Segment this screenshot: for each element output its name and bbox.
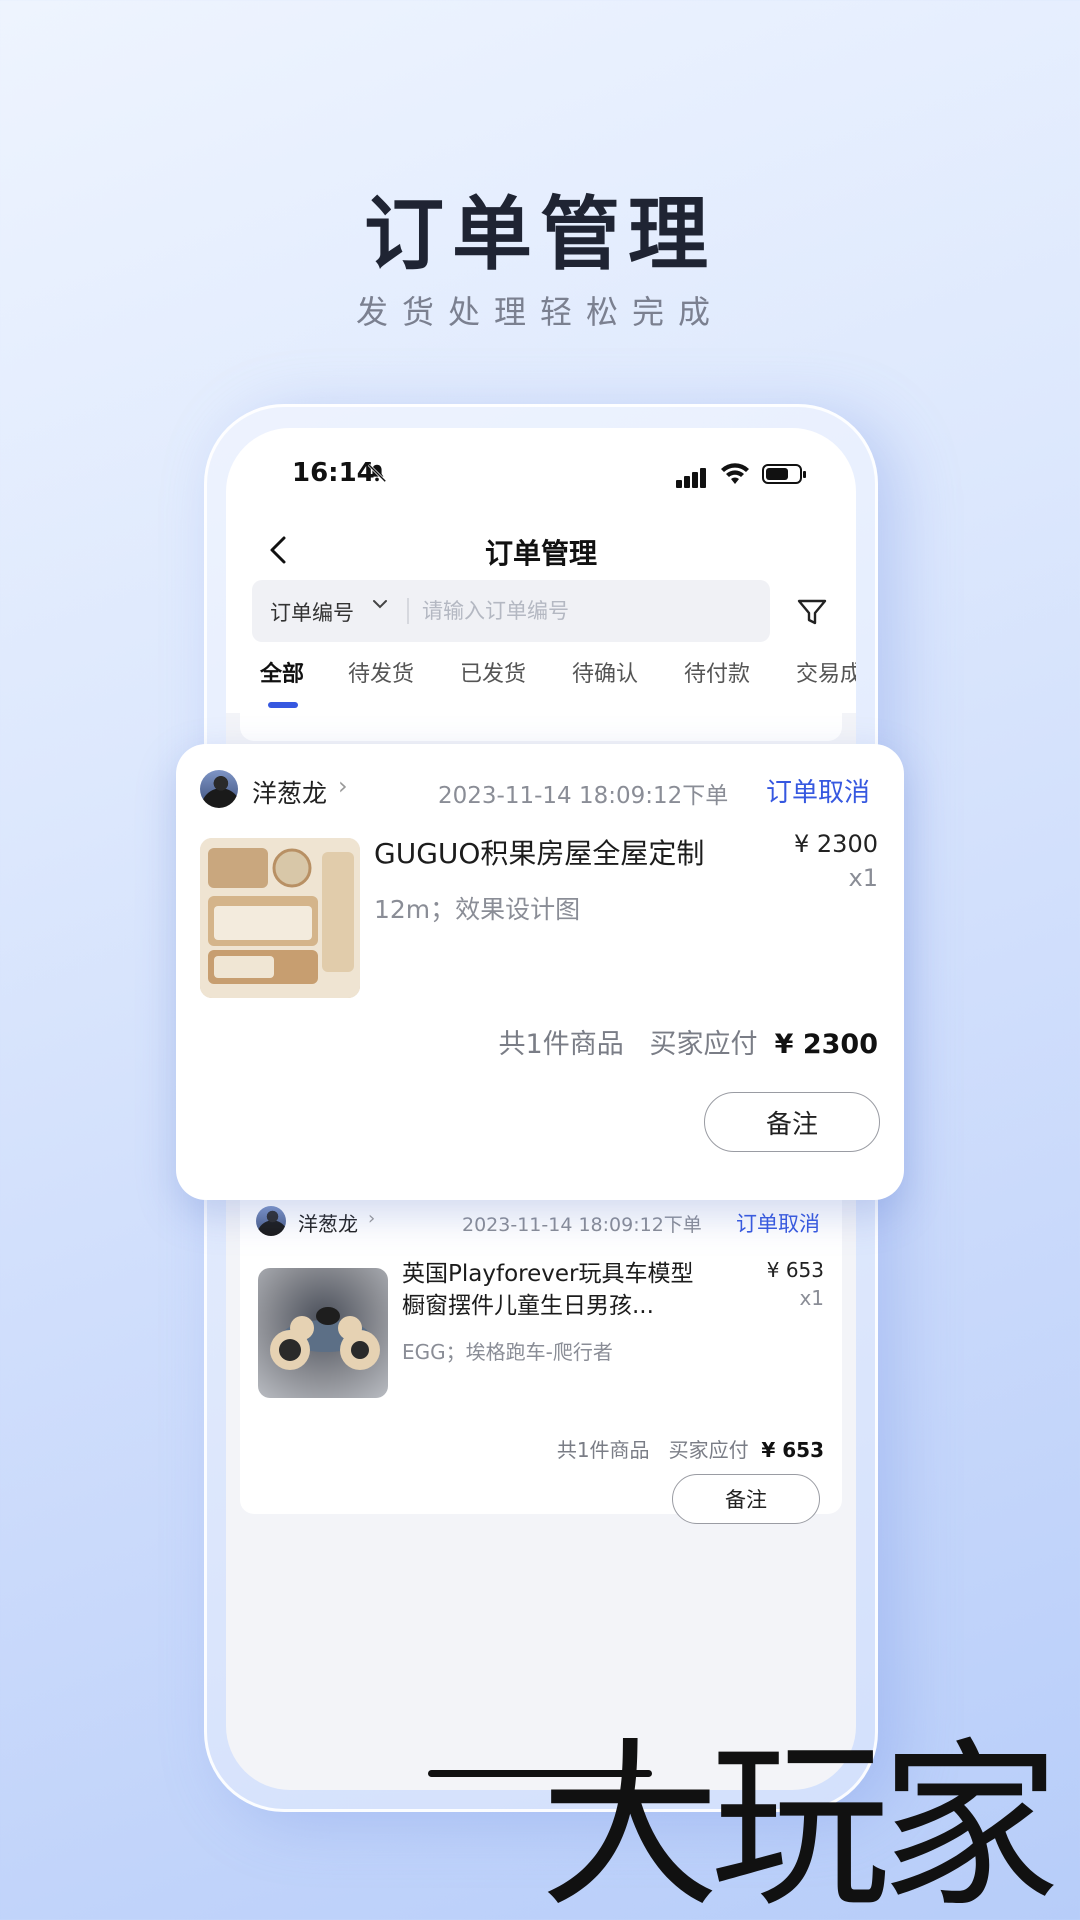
tab-completed[interactable]: 交易成: [796, 656, 856, 688]
pay-amount: ¥ 2300: [774, 1029, 878, 1060]
avatar: [256, 1206, 286, 1236]
avatar: [200, 770, 238, 808]
order-status-tabs: 全部 待发货 已发货 待确认 待付款 交易成: [226, 656, 856, 706]
remark-button[interactable]: 备注: [672, 1474, 820, 1524]
pay-amount: ¥ 653: [761, 1438, 824, 1462]
buyer-name[interactable]: 洋葱龙: [298, 1208, 358, 1237]
status-time: 16:14: [292, 458, 375, 488]
chevron-down-icon[interactable]: [370, 594, 390, 614]
product-name-line1[interactable]: 英国Playforever玩具车模型: [402, 1258, 693, 1291]
chevron-right-icon[interactable]: ›: [338, 772, 348, 800]
cancel-order-link[interactable]: 订单取消: [766, 772, 870, 809]
order-number-input[interactable]: [422, 588, 752, 634]
order-card-top-edge: [240, 713, 842, 741]
product-image[interactable]: [200, 838, 360, 998]
search-divider: [407, 598, 409, 624]
cancel-order-link[interactable]: 订单取消: [736, 1208, 820, 1238]
product-spec: EGG；埃格跑车-爬行者: [402, 1340, 613, 1364]
tab-all[interactable]: 全部: [260, 656, 304, 688]
tab-shipped[interactable]: 已发货: [460, 656, 526, 688]
tab-pending-confirm[interactable]: 待确认: [572, 656, 638, 688]
signal-icon: [676, 466, 708, 488]
buyer-name[interactable]: 洋葱龙: [252, 774, 327, 810]
item-count: 共1件商品: [556, 1438, 650, 1462]
remark-button[interactable]: 备注: [704, 1092, 880, 1152]
mute-bell-icon: [366, 462, 388, 489]
quantity: x1: [799, 1286, 824, 1310]
search-bar: 订单编号: [252, 580, 770, 642]
nav-bar: 订单管理: [226, 528, 856, 578]
watermark-text: 大玩家: [540, 1723, 1060, 1920]
unit-price: ¥ 653: [766, 1258, 824, 1282]
order-datetime: 2023-11-14 18:09:12下单: [462, 1214, 702, 1236]
status-bar: 16:14: [226, 458, 856, 498]
active-tab-indicator: [268, 702, 298, 708]
product-spec: 12m；效果设计图: [374, 895, 581, 924]
order-summary: 共1件商品 买家应付 ¥ 2300: [499, 1022, 878, 1061]
product-image[interactable]: [258, 1268, 388, 1398]
search-field-selector[interactable]: 订单编号: [270, 597, 354, 627]
wifi-icon: [720, 462, 750, 486]
tab-pending-shipment[interactable]: 待发货: [348, 656, 414, 688]
order-datetime: 2023-11-14 18:09:12下单: [438, 783, 729, 809]
product-name-line2[interactable]: 橱窗摆件儿童生日男孩...: [402, 1290, 654, 1323]
page-title: 订单管理: [484, 537, 597, 570]
product-name[interactable]: GUGUO积果房屋全屋定制: [374, 834, 704, 875]
battery-icon: [762, 464, 806, 484]
chevron-right-icon[interactable]: ›: [368, 1208, 375, 1229]
order-card-featured[interactable]: 洋葱龙 › 2023-11-14 18:09:12下单 订单取消 GUGUO积果…: [176, 744, 904, 1200]
quantity: x1: [848, 864, 878, 892]
filter-icon[interactable]: [794, 594, 830, 630]
unit-price: ¥ 2300: [794, 830, 878, 858]
order-summary: 共1件商品 买家应付 ¥ 653: [557, 1434, 824, 1463]
hero-title: 订单管理: [364, 188, 716, 281]
item-count: 共1件商品: [498, 1029, 624, 1060]
pay-label: 买家应付: [649, 1029, 758, 1060]
tab-pending-payment[interactable]: 待付款: [684, 656, 750, 688]
order-card[interactable]: 洋葱龙 › 2023-11-14 18:09:12下单 订单取消 英国Playf…: [240, 1174, 842, 1524]
hero-subtitle: 发货处理轻松完成: [355, 293, 724, 331]
pay-label: 买家应付: [668, 1438, 749, 1462]
